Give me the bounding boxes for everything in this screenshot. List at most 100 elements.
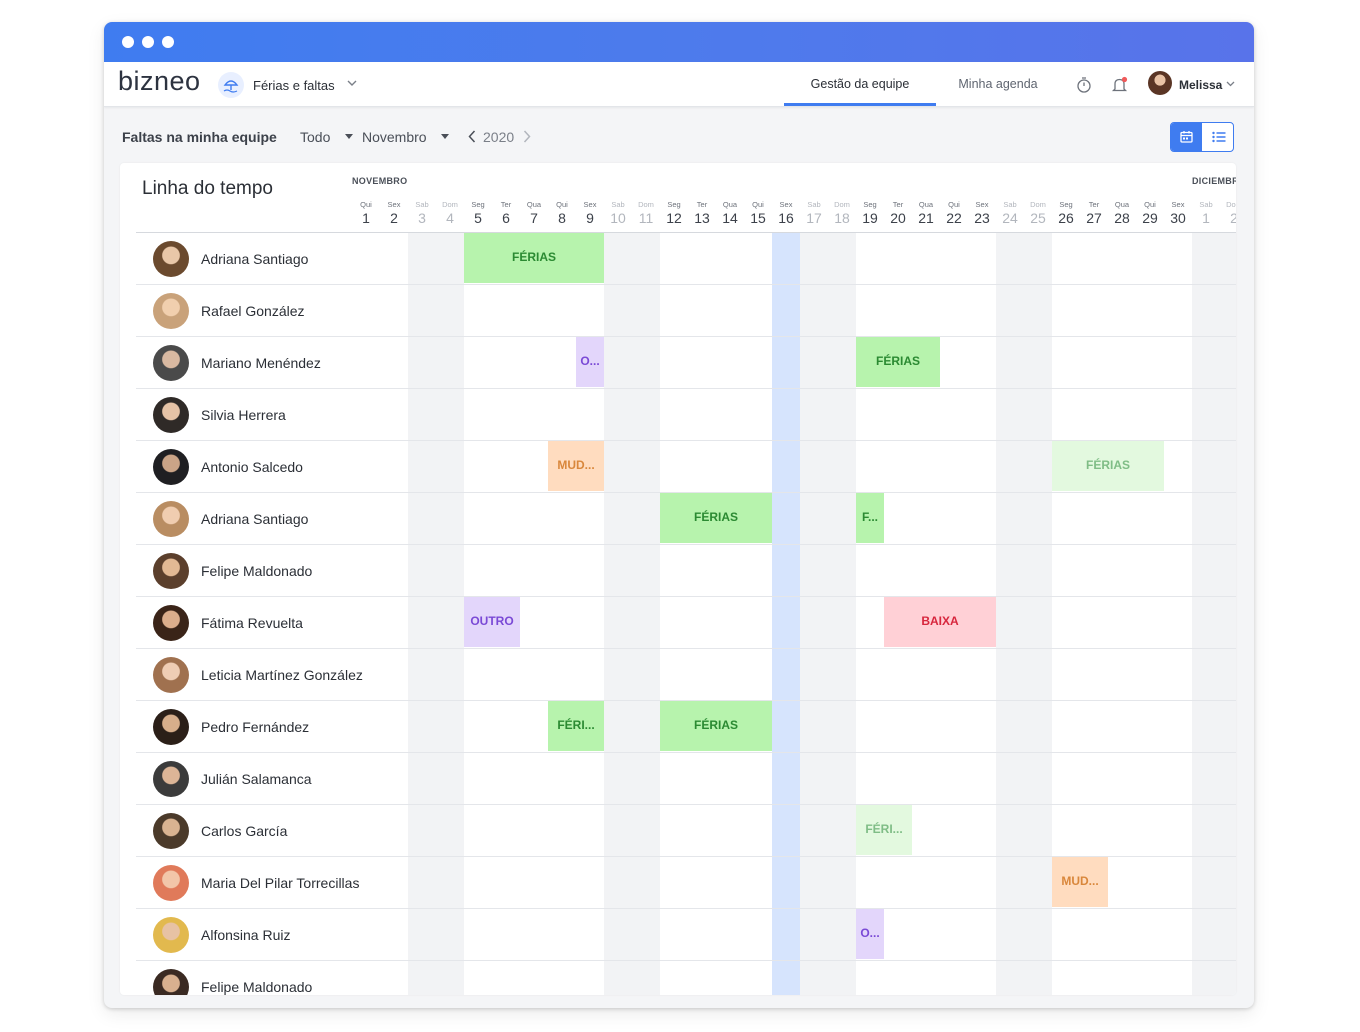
- calendar-view-button[interactable]: [1171, 123, 1202, 151]
- day-column-header: Dom 11: [632, 200, 660, 227]
- employee-avatar[interactable]: [153, 657, 189, 693]
- month-label: DICIEMBRE: [1192, 176, 1236, 186]
- caret-down-icon[interactable]: [345, 134, 353, 139]
- day-number: 1: [362, 210, 370, 226]
- absence-block-ferias[interactable]: FÉRI...: [548, 701, 604, 751]
- employee-name[interactable]: Adriana Santiago: [201, 251, 308, 267]
- employee-row: Adriana Santiago FÉRIAS: [136, 233, 1236, 285]
- year-label: 2020: [483, 129, 515, 145]
- employee-avatar[interactable]: [153, 969, 189, 995]
- stopwatch-icon[interactable]: [1076, 76, 1092, 94]
- absence-block-mud[interactable]: MUD...: [1052, 857, 1108, 907]
- absence-block-ferias[interactable]: F...: [856, 493, 884, 543]
- employee-name[interactable]: Felipe Maldonado: [201, 563, 312, 579]
- chevron-down-icon[interactable]: [347, 80, 357, 87]
- module-selector[interactable]: Férias e faltas: [253, 78, 335, 93]
- employee-avatar[interactable]: [153, 917, 189, 953]
- employee-name[interactable]: Pedro Fernández: [201, 719, 309, 735]
- day-number: 12: [666, 210, 682, 226]
- absence-block-ferias-pend[interactable]: FÉRIAS: [1052, 441, 1164, 491]
- day-number: 9: [586, 210, 594, 226]
- employee-row: Carlos García FÉRI...: [136, 805, 1236, 857]
- window-minimize-dot[interactable]: [142, 36, 154, 48]
- employee-row: Silvia Herrera: [136, 389, 1236, 441]
- absence-block-mud[interactable]: MUD...: [548, 441, 604, 491]
- user-name[interactable]: Melissa: [1179, 78, 1222, 92]
- absence-block-outro[interactable]: OUTRO: [464, 597, 520, 647]
- absence-block-ferias[interactable]: FÉRIAS: [660, 493, 772, 543]
- chevron-right-icon[interactable]: [523, 130, 531, 143]
- employee-avatar[interactable]: [153, 813, 189, 849]
- notifications-bell-icon[interactable]: [1111, 76, 1129, 94]
- timeline-card: Linha do tempo NOVEMBRODICIEMBREQui1Sex2…: [120, 163, 1236, 995]
- employee-avatar[interactable]: [153, 761, 189, 797]
- day-number: 1: [1202, 210, 1210, 226]
- day-name: Sex: [1171, 200, 1185, 209]
- month-selector[interactable]: Novembro: [362, 129, 427, 145]
- employee-name[interactable]: Felipe Maldonado: [201, 979, 312, 995]
- list-icon: [1212, 131, 1226, 143]
- employee-row: Alfonsina Ruiz O...: [136, 909, 1236, 961]
- day-number: 23: [974, 210, 990, 226]
- employee-avatar[interactable]: [153, 241, 189, 277]
- day-column-header: Qui 29: [1136, 200, 1164, 227]
- caret-down-icon[interactable]: [441, 134, 449, 139]
- day-name: Sex: [975, 200, 989, 209]
- absence-type-filter[interactable]: Todo: [300, 129, 330, 145]
- employee-name[interactable]: Antonio Salcedo: [201, 459, 303, 475]
- employee-avatar[interactable]: [153, 293, 189, 329]
- employee-avatar[interactable]: [153, 345, 189, 381]
- employee-avatar[interactable]: [153, 449, 189, 485]
- employee-name[interactable]: Leticia Martínez González: [201, 667, 363, 683]
- day-name: Dom: [834, 200, 850, 209]
- chevron-left-icon[interactable]: [468, 130, 476, 143]
- employee-name[interactable]: Adriana Santiago: [201, 511, 308, 527]
- employee-avatar[interactable]: [153, 605, 189, 641]
- bizneo-logo[interactable]: bizneo: [118, 66, 201, 97]
- day-column-header: Sab 1: [1192, 200, 1220, 227]
- day-number: 19: [862, 210, 878, 226]
- day-column-header: Sab 3: [408, 200, 436, 227]
- employee-name[interactable]: Maria Del Pilar Torrecillas: [201, 875, 359, 891]
- day-number: 26: [1058, 210, 1074, 226]
- day-name: Sex: [779, 200, 793, 209]
- employee-row: Fátima Revuelta OUTRO BAIXA: [136, 597, 1236, 649]
- employee-name[interactable]: Julián Salamanca: [201, 771, 312, 787]
- chevron-down-icon[interactable]: [1226, 81, 1235, 87]
- user-avatar[interactable]: [1148, 71, 1172, 95]
- employee-avatar[interactable]: [153, 709, 189, 745]
- employee-name[interactable]: Carlos García: [201, 823, 287, 839]
- absence-block-baixa[interactable]: BAIXA: [884, 597, 996, 647]
- employee-name[interactable]: Rafael González: [201, 303, 305, 319]
- day-column-header: Seg 26: [1052, 200, 1080, 227]
- employee-avatar[interactable]: [153, 865, 189, 901]
- absence-block-ferias[interactable]: FÉRIAS: [856, 337, 940, 387]
- day-number: 25: [1030, 210, 1046, 226]
- employee-avatar[interactable]: [153, 397, 189, 433]
- list-view-button[interactable]: [1204, 123, 1233, 151]
- tab-my-agenda[interactable]: Minha agenda: [946, 62, 1050, 106]
- absence-block-outro[interactable]: O...: [856, 909, 884, 959]
- employee-name[interactable]: Silvia Herrera: [201, 407, 286, 423]
- window-close-dot[interactable]: [122, 36, 134, 48]
- day-name: Seg: [1059, 200, 1073, 209]
- tab-team-management[interactable]: Gestão da equipe: [784, 62, 936, 106]
- employee-avatar[interactable]: [153, 553, 189, 589]
- employee-row: Felipe Maldonado: [136, 961, 1236, 995]
- day-number: 7: [530, 210, 538, 226]
- day-number: 5: [474, 210, 482, 226]
- absence-block-outro[interactable]: O...: [576, 337, 604, 387]
- day-column-header: Qui 8: [548, 200, 576, 227]
- employee-name[interactable]: Fátima Revuelta: [201, 615, 303, 631]
- absence-block-ferias[interactable]: FÉRIAS: [660, 701, 772, 751]
- employee-avatar[interactable]: [153, 501, 189, 537]
- employee-name[interactable]: Alfonsina Ruiz: [201, 927, 291, 943]
- employee-row: Antonio Salcedo MUD... FÉRIAS: [136, 441, 1236, 493]
- day-column-header: Dom 25: [1024, 200, 1052, 227]
- day-name: Dom: [442, 200, 458, 209]
- day-number: 17: [806, 210, 822, 226]
- window-maximize-dot[interactable]: [162, 36, 174, 48]
- absence-block-ferias-pend[interactable]: FÉRI...: [856, 805, 912, 855]
- absence-block-ferias[interactable]: FÉRIAS: [464, 233, 604, 283]
- employee-name[interactable]: Mariano Menéndez: [201, 355, 321, 371]
